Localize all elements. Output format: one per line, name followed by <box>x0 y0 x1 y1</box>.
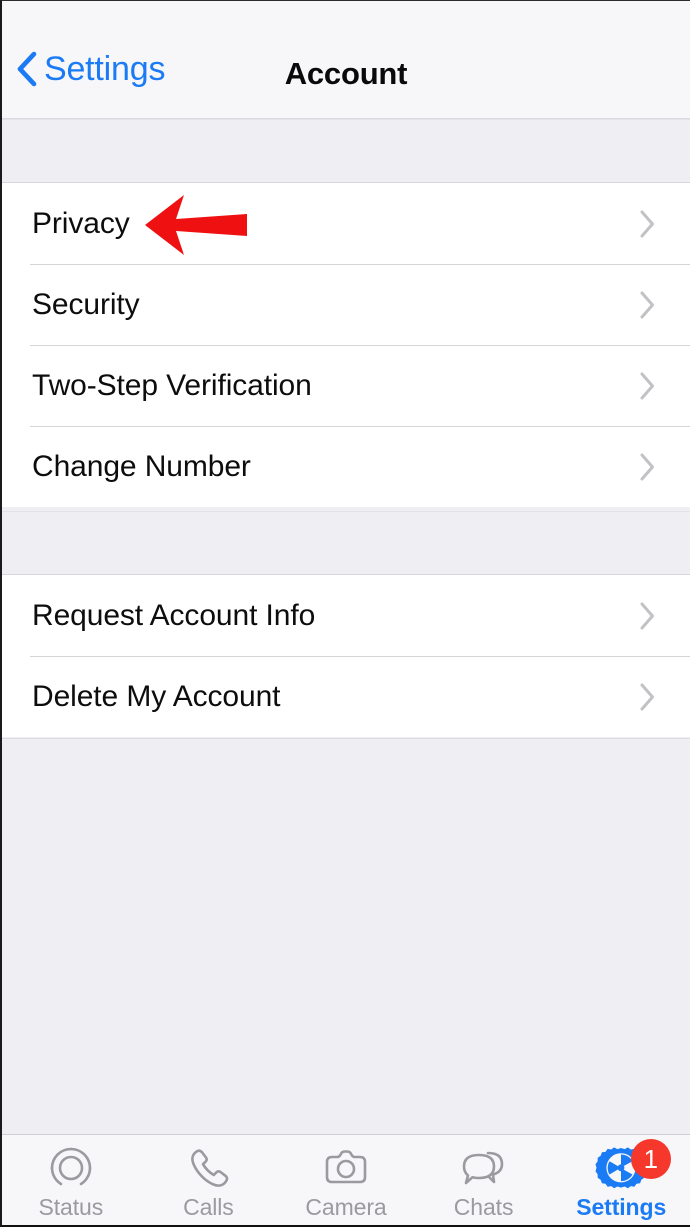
tab-calls[interactable]: Calls <box>140 1135 278 1225</box>
row-change-number[interactable]: Change Number <box>2 426 690 507</box>
section-gap-top <box>2 119 690 183</box>
chevron-right-icon <box>640 372 654 399</box>
chevron-right-icon <box>640 602 654 629</box>
section-gap-middle <box>2 511 690 575</box>
page-title: Account <box>284 56 408 91</box>
chevron-right-icon <box>640 683 654 710</box>
empty-area <box>2 738 690 1134</box>
tab-camera[interactable]: Camera <box>277 1135 415 1225</box>
phone-screen: Settings Account Privacy Security Two-St… <box>0 0 690 1227</box>
row-label: Privacy <box>32 206 130 240</box>
bottom-tab-bar: Status Calls Camera Chats 1 Settings <box>2 1134 690 1225</box>
tab-chats[interactable]: Chats <box>415 1135 553 1225</box>
row-label: Delete My Account <box>32 679 281 713</box>
chevron-right-icon <box>640 453 654 480</box>
settings-group-account: Privacy Security Two-Step Verification C… <box>2 183 690 507</box>
tab-label: Status <box>38 1194 104 1220</box>
row-two-step-verification[interactable]: Two-Step Verification <box>2 345 690 426</box>
tab-label: Settings <box>576 1194 667 1220</box>
row-label: Two-Step Verification <box>32 368 312 402</box>
tab-label: Camera <box>305 1194 387 1220</box>
row-label: Request Account Info <box>32 598 316 632</box>
row-security[interactable]: Security <box>2 264 690 345</box>
tab-label: Chats <box>453 1194 514 1220</box>
row-privacy[interactable]: Privacy <box>2 183 690 264</box>
chevron-right-icon <box>640 291 654 318</box>
chat-bubbles-icon <box>462 1151 503 1185</box>
tab-label: Calls <box>183 1194 234 1220</box>
status-rings-icon <box>50 1147 92 1186</box>
camera-icon <box>325 1150 367 1184</box>
chevron-right-icon <box>640 210 654 237</box>
tab-status[interactable]: Status <box>2 1135 140 1225</box>
phone-handset-icon <box>191 1149 229 1187</box>
navigation-bar: Settings Account <box>2 1 690 119</box>
row-label: Security <box>32 287 140 321</box>
row-delete-my-account[interactable]: Delete My Account <box>2 656 690 737</box>
row-label: Change Number <box>32 449 251 483</box>
tab-settings[interactable]: 1 Settings <box>552 1135 690 1225</box>
status-badge: 1 <box>630 1139 671 1179</box>
settings-group-account-data: Request Account Info Delete My Account <box>2 575 690 737</box>
row-request-account-info[interactable]: Request Account Info <box>2 575 690 656</box>
